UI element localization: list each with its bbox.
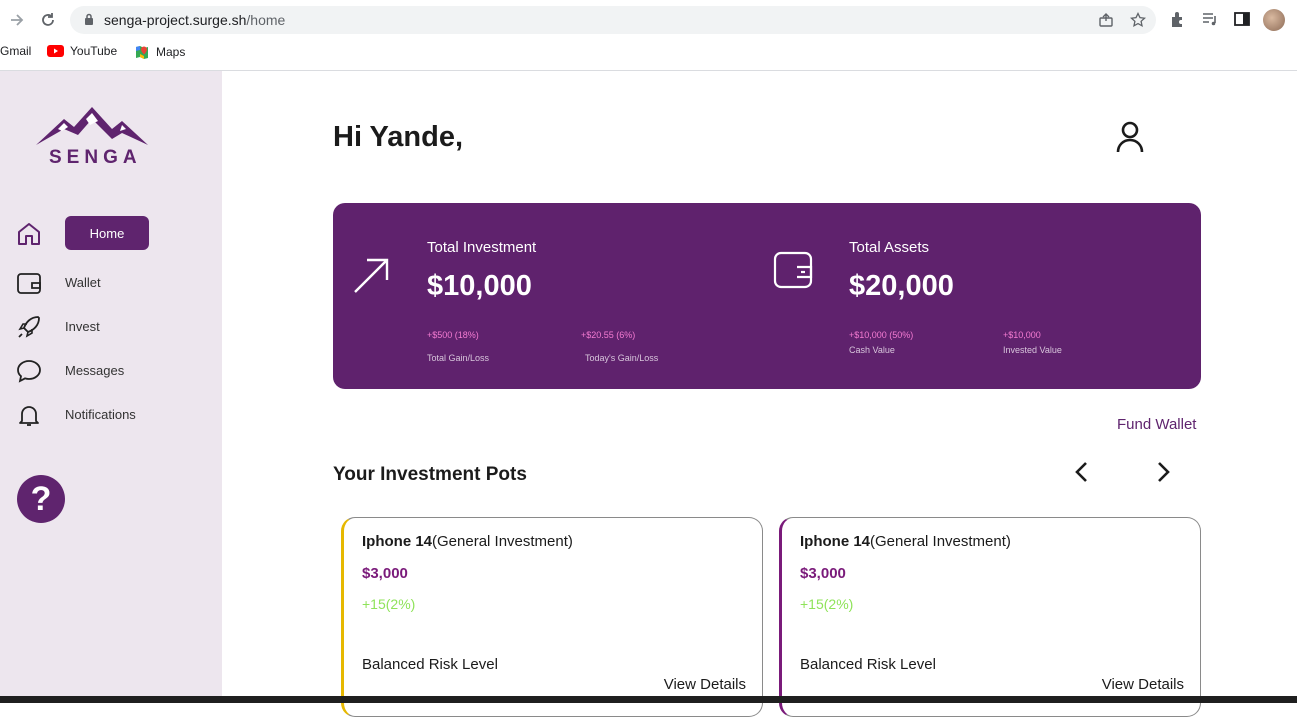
os-taskbar <box>0 696 1297 703</box>
user-profile-icon[interactable] <box>1114 120 1146 154</box>
bookmark-star-icon[interactable] <box>1130 12 1146 28</box>
invested-value-caption: Invested Value <box>1003 345 1062 355</box>
sidebar-item-label: Invest <box>65 319 100 334</box>
sidebar-item-label: Home <box>89 226 125 241</box>
trending-up-arrow-icon <box>354 258 389 293</box>
view-details-link[interactable]: View Details <box>1102 676 1184 693</box>
sidebar-item-notifications[interactable]: Notifications <box>0 397 222 431</box>
view-details-link[interactable]: View Details <box>664 676 746 693</box>
sidebar-item-label: Wallet <box>65 275 101 290</box>
pot-amount: $3,000 <box>800 565 846 582</box>
summary-card: Total Investment $10,000 +$500 (18%) Tot… <box>333 203 1201 389</box>
bookmark-gmail[interactable]: Gmail <box>0 44 31 58</box>
bookmark-youtube[interactable]: YouTube <box>47 44 117 58</box>
today-gain-caption: Today's Gain/Loss <box>585 353 659 363</box>
investment-pot-card[interactable]: Iphone 14(General Investment) $3,000 +15… <box>779 517 1201 717</box>
pot-risk-level: Balanced Risk Level <box>362 656 498 673</box>
page-title: Hi Yande, <box>333 121 464 153</box>
wallet-icon <box>773 251 813 289</box>
maps-icon <box>136 46 148 59</box>
sidebar-item-label: Notifications <box>65 407 136 422</box>
pot-change: +15(2%) <box>362 596 416 612</box>
share-icon[interactable] <box>1098 12 1114 28</box>
total-investment-title: Total Investment <box>427 239 537 256</box>
sidebar: SENGA Home Wallet Invest Messages Notifi… <box>0 71 222 696</box>
sidebar-item-wallet[interactable]: Wallet <box>0 265 222 299</box>
total-investment-value: $10,000 <box>427 270 532 302</box>
pot-amount: $3,000 <box>362 565 408 582</box>
chevron-left-icon[interactable] <box>1072 460 1092 484</box>
total-gain-caption: Total Gain/Loss <box>427 353 490 363</box>
cash-value-caption: Cash Value <box>849 345 895 355</box>
total-assets-title: Total Assets <box>849 239 930 256</box>
sidebar-item-messages[interactable]: Messages <box>0 353 222 387</box>
chevron-right-icon[interactable] <box>1153 460 1173 484</box>
youtube-icon <box>47 45 64 57</box>
total-gain-stat: +$500 (18%) <box>427 330 479 340</box>
chat-bubble-icon <box>17 360 41 383</box>
lock-icon <box>85 13 93 25</box>
total-assets-value: $20,000 <box>849 270 954 302</box>
reload-icon[interactable] <box>36 8 60 32</box>
invested-value-stat: +$10,000 <box>1003 330 1041 340</box>
cash-value-stat: +$10,000 (50%) <box>849 330 914 340</box>
bookmark-maps[interactable]: Maps <box>134 44 185 60</box>
browser-chrome: senga-project.surge.sh/home Gmail YouTub… <box>0 0 1297 71</box>
bookmark-label: Gmail <box>0 44 32 58</box>
pot-risk-level: Balanced Risk Level <box>800 656 936 673</box>
investment-pot-card[interactable]: Iphone 14(General Investment) $3,000 +15… <box>341 517 763 717</box>
extensions-icon[interactable] <box>1169 10 1187 28</box>
forward-icon[interactable] <box>5 8 29 32</box>
bookmark-label: YouTube <box>70 44 118 58</box>
fund-wallet-link[interactable]: Fund Wallet <box>1117 416 1196 433</box>
home-icon <box>18 223 40 245</box>
side-panel-icon[interactable] <box>1233 10 1251 28</box>
pot-name: Iphone 14(General Investment) <box>362 533 573 550</box>
pot-name: Iphone 14(General Investment) <box>800 533 1011 550</box>
pot-change: +15(2%) <box>800 596 854 612</box>
sidebar-item-label: Messages <box>65 363 125 378</box>
url-text: senga-project.surge.sh/home <box>104 12 286 28</box>
bell-icon <box>19 406 39 426</box>
media-queue-icon[interactable] <box>1201 10 1219 28</box>
address-bar[interactable]: senga-project.surge.sh/home <box>70 6 1156 34</box>
rocket-icon <box>18 316 40 338</box>
bookmark-label: Maps <box>156 45 186 59</box>
section-title: Your Investment Pots <box>333 464 527 485</box>
wallet-icon <box>17 273 41 294</box>
help-button[interactable]: ? <box>17 475 65 523</box>
today-gain-stat: +$20.55 (6%) <box>581 330 636 340</box>
logo-text: SENGA <box>49 147 142 168</box>
sidebar-item-home[interactable]: Home <box>0 216 222 250</box>
profile-avatar[interactable] <box>1263 9 1285 31</box>
sidebar-item-invest[interactable]: Invest <box>0 309 222 343</box>
